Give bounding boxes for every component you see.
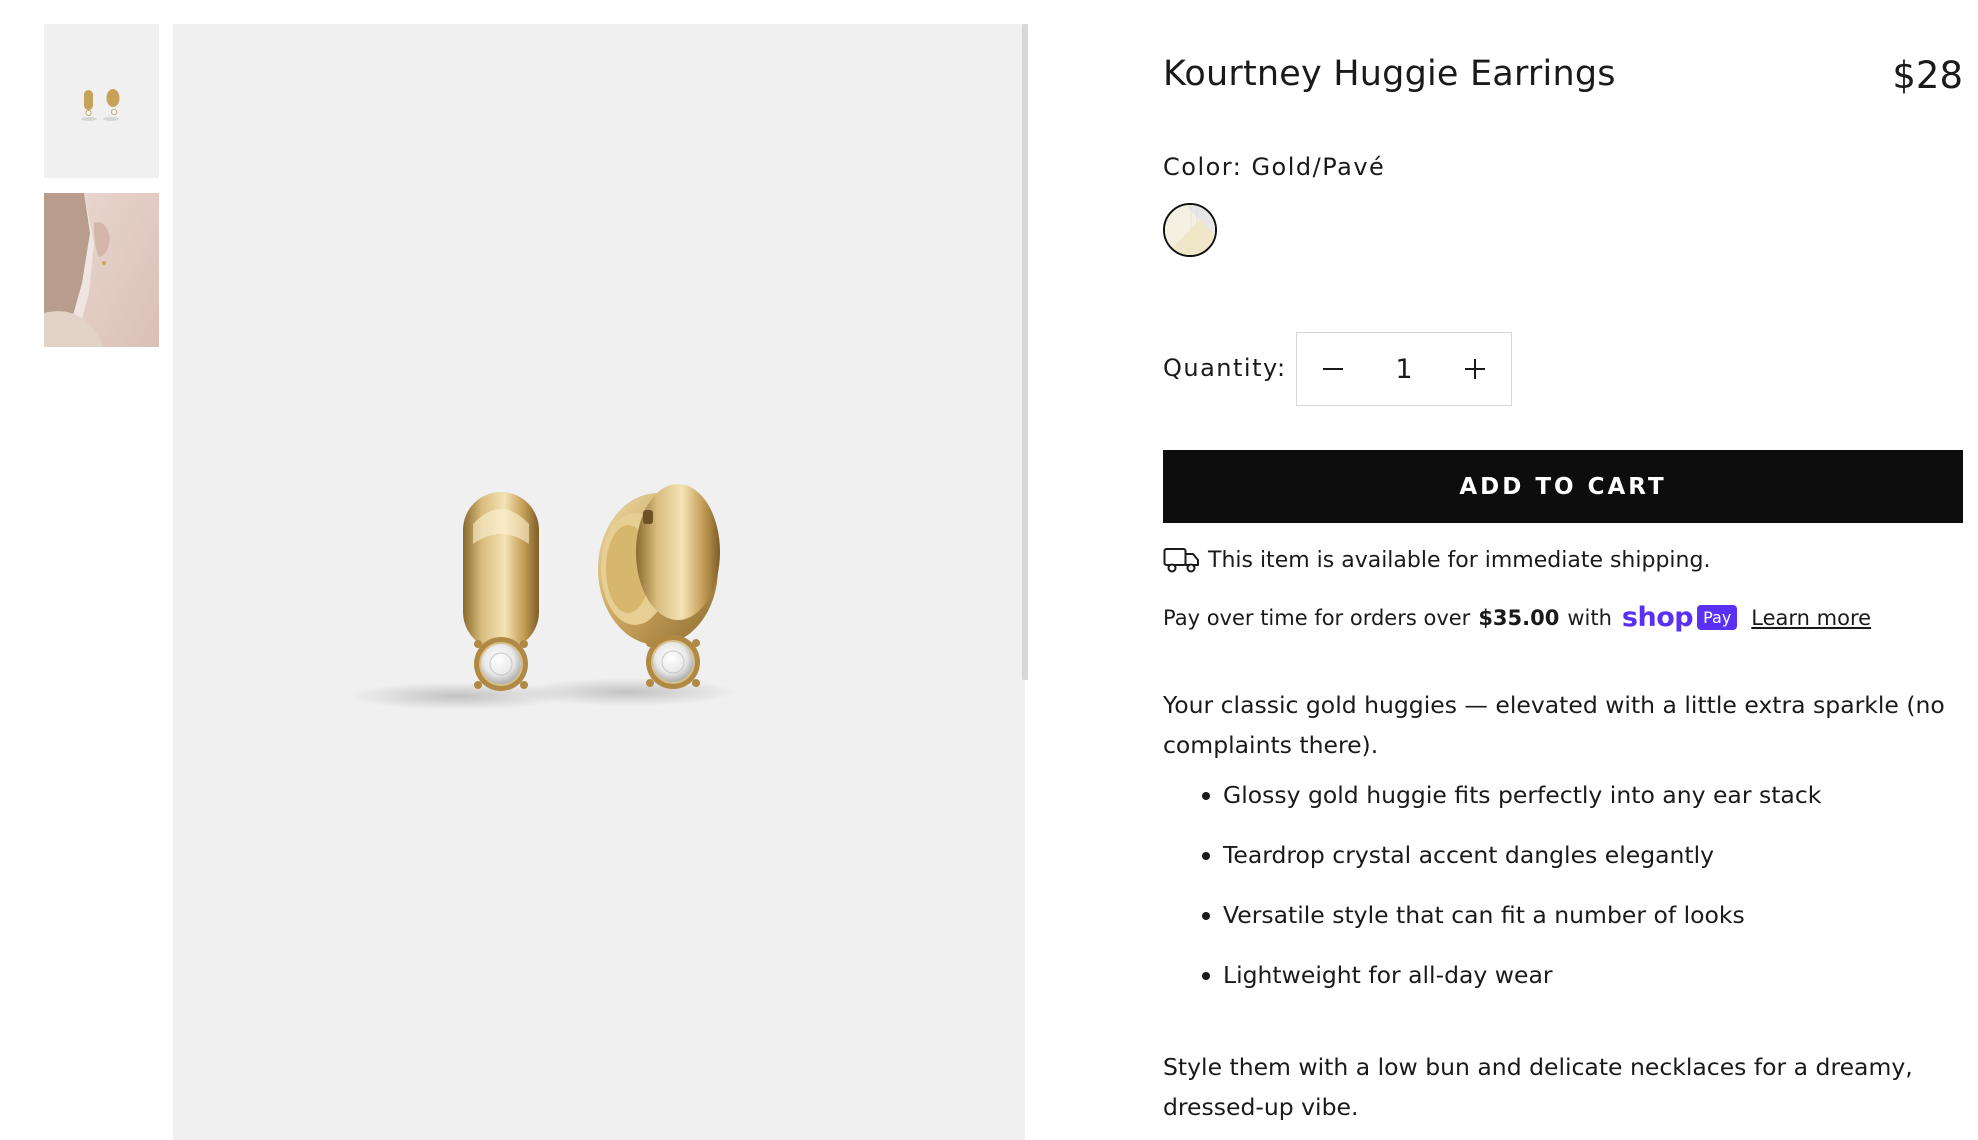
product-info-panel: Kourtney Huggie Earrings $28 Color: Gold… — [1163, 0, 1963, 1140]
shop-wordmark: shop — [1621, 602, 1694, 633]
thumbnail-model[interactable] — [44, 193, 159, 347]
swatch-pattern-icon — [1165, 205, 1215, 255]
gallery-scrollbar[interactable] — [1022, 24, 1028, 680]
shop-pay-logo: shop Pay — [1621, 602, 1738, 633]
quantity-increase-button[interactable] — [1439, 333, 1511, 405]
thumbnail-list — [44, 24, 159, 362]
color-swatch-gold-pave[interactable] — [1163, 203, 1217, 257]
learn-more-link[interactable]: Learn more — [1751, 606, 1871, 630]
quantity-input[interactable] — [1369, 333, 1439, 405]
pay-badge: Pay — [1697, 605, 1738, 630]
feature-item: Versatile style that can fit a number of… — [1163, 895, 1953, 935]
installments-prefix: Pay over time for orders over — [1163, 605, 1471, 630]
minus-icon — [1323, 368, 1343, 370]
earrings-thumbnail-image — [44, 24, 159, 178]
installments-threshold: $35.00 — [1478, 605, 1560, 630]
earrings-image — [348, 484, 738, 710]
feature-item: Glossy gold huggie fits perfectly into a… — [1163, 775, 1953, 815]
plus-icon — [1465, 359, 1485, 379]
styling-note: Style them with a low bun and delicate n… — [1163, 1053, 1913, 1121]
installments-banner: Pay over time for orders over $35.00 wit… — [1163, 602, 1871, 633]
quantity-label: Quantity: — [1163, 354, 1287, 382]
shipping-notice: This item is available for immediate shi… — [1163, 543, 1710, 577]
product-description: Your classic gold huggies — elevated wit… — [1163, 685, 1953, 1015]
main-product-image[interactable] — [173, 24, 1025, 1140]
quantity-decrease-button[interactable] — [1297, 333, 1369, 405]
quantity-stepper — [1296, 332, 1512, 406]
truck-icon — [1163, 548, 1199, 573]
product-price: $28 — [1892, 54, 1963, 97]
thumbnail-earrings[interactable] — [44, 24, 159, 178]
color-label: Color: Gold/Pavé — [1163, 153, 1386, 181]
description-intro: Your classic gold huggies — elevated wit… — [1163, 691, 1945, 759]
shipping-text: This item is available for immediate shi… — [1208, 547, 1711, 573]
add-to-cart-button[interactable]: ADD TO CART — [1163, 450, 1963, 523]
product-title: Kourtney Huggie Earrings — [1163, 54, 1616, 94]
feature-list: Glossy gold huggie fits perfectly into a… — [1163, 775, 1953, 995]
feature-item: Teardrop crystal accent dangles elegantl… — [1163, 835, 1953, 875]
installments-suffix: with — [1567, 605, 1612, 630]
feature-item: Lightweight for all-day wear — [1163, 955, 1953, 995]
model-thumbnail-image — [44, 193, 159, 347]
